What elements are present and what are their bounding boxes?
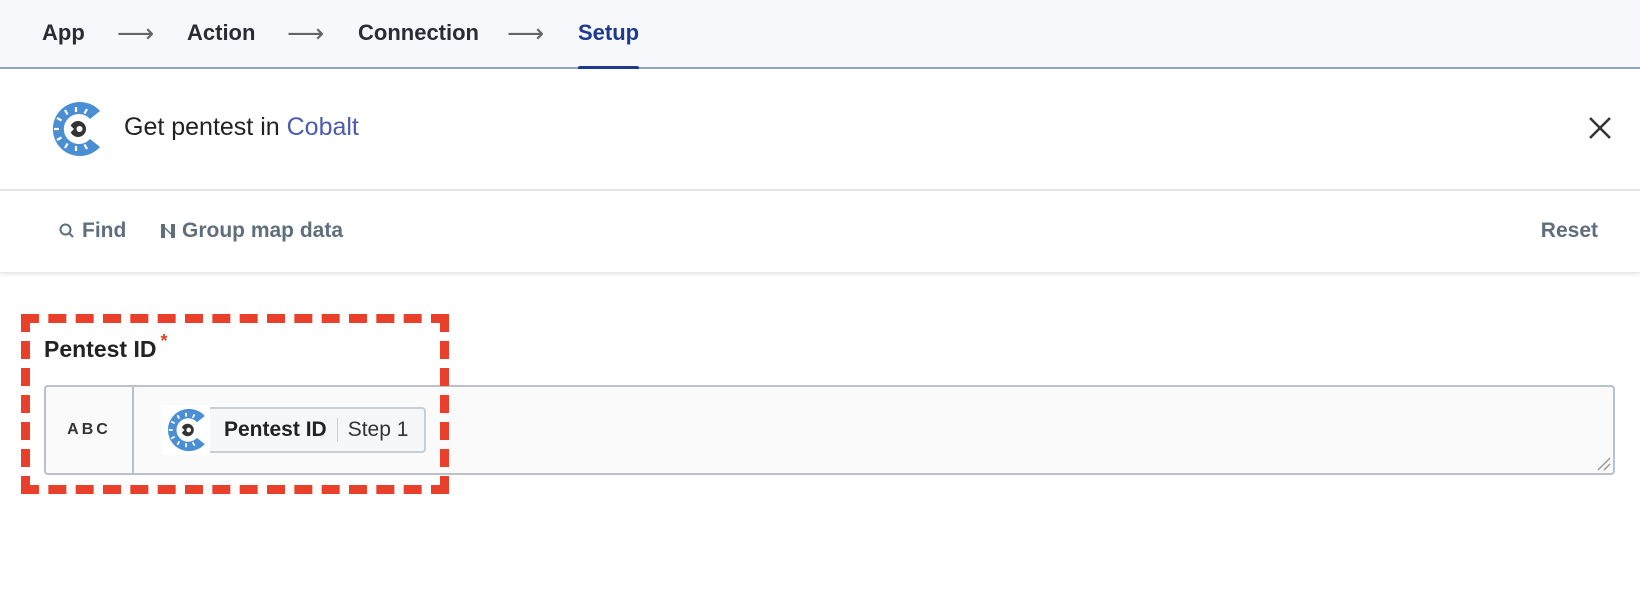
step-setup[interactable]: Setup: [578, 18, 640, 70]
field-label-text: Pentest ID: [44, 336, 157, 362]
group-map-label: Group map data: [182, 219, 344, 242]
title-prefix: Get pentest in: [124, 113, 287, 141]
type-badge: ABC: [46, 387, 134, 473]
arrow-right-icon: ⟶: [287, 18, 325, 48]
pill-body: Pentest ID Step 1: [206, 407, 427, 453]
reset-button[interactable]: Reset: [1541, 219, 1598, 243]
action-title: Get pentest in Cobalt: [124, 113, 359, 142]
find-button[interactable]: Find: [58, 219, 126, 243]
pill-step-label: Step 1: [347, 418, 409, 441]
group-map-icon: [160, 222, 176, 240]
group-map-data-button[interactable]: Group map data: [160, 219, 343, 243]
search-icon: [58, 222, 76, 240]
pill-field-name: Pentest ID: [224, 418, 327, 441]
pill-divider: [336, 418, 338, 442]
cobalt-logo-icon: [52, 102, 100, 156]
toolbar: Find Group map data Reset: [0, 191, 1640, 273]
app-name-link[interactable]: Cobalt: [287, 113, 359, 141]
cobalt-logo-icon: [162, 405, 210, 455]
pentest-id-input[interactable]: ABC Pentest ID Step 1: [44, 385, 1615, 475]
close-icon[interactable]: [1585, 113, 1615, 143]
arrow-right-icon: ⟶: [117, 18, 155, 48]
resize-handle-icon[interactable]: [1595, 455, 1611, 471]
step-app[interactable]: App: [42, 18, 85, 52]
arrow-right-icon: ⟶: [507, 18, 545, 48]
action-header: Get pentest in Cobalt: [0, 69, 1640, 191]
field-label: Pentest ID *: [44, 331, 168, 363]
stepper-nav: App ⟶ Action ⟶ Connection ⟶ Setup: [0, 0, 1640, 70]
required-marker: *: [160, 331, 168, 351]
mapped-value-pill[interactable]: Pentest ID Step 1: [162, 405, 427, 455]
step-connection[interactable]: Connection: [358, 18, 479, 52]
find-label: Find: [82, 219, 127, 242]
step-action[interactable]: Action: [187, 18, 255, 52]
